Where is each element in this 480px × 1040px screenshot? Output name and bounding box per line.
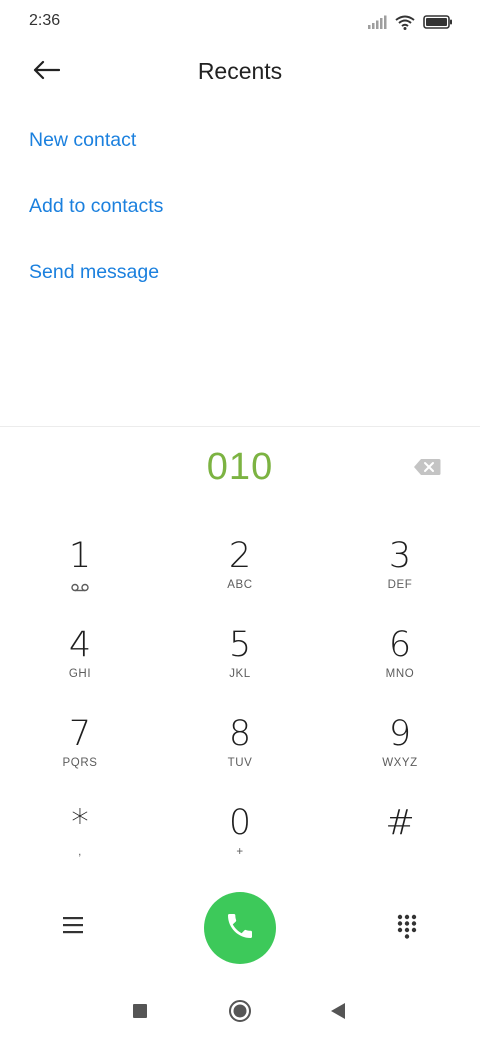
status-time: 2:36 [29, 12, 61, 29]
key-0[interactable]: 0 + [180, 795, 300, 884]
dialer-controls [0, 892, 480, 964]
app-header: Recents [0, 44, 480, 100]
key-5[interactable]: 5 JKL [180, 617, 300, 706]
key-letters: + [236, 846, 244, 858]
key-digit: * [71, 803, 89, 843]
dialed-number: 010 [206, 446, 274, 488]
key-digit: 4 [68, 625, 92, 665]
key-letters: TUV [227, 757, 253, 769]
dialpad-toggle-button[interactable] [392, 914, 422, 944]
voicemail-icon [71, 579, 89, 597]
key-digit: 7 [68, 714, 92, 754]
key-letters: , [78, 846, 82, 858]
key-digit: # [385, 803, 415, 843]
page-title: Recents [197, 58, 283, 84]
backspace-icon [413, 458, 441, 481]
new-contact-link[interactable]: New contact [0, 106, 480, 172]
keypad-row: 1 2 ABC 3 DEF [0, 528, 480, 617]
key-letters: WXYZ [382, 757, 418, 769]
key-4[interactable]: 4 GHI [20, 617, 140, 706]
key-digit: 3 [388, 536, 412, 576]
signal-icon [367, 15, 387, 29]
recents-square-icon [132, 1003, 148, 1024]
keypad: 1 2 ABC 3 DEF 4 GHI 5 JKL 6 MNO 7 PQRS 8… [0, 528, 480, 884]
key-digit: 9 [388, 714, 412, 754]
keypad-row: * , 0 + # [0, 795, 480, 884]
back-triangle-icon [330, 1002, 346, 1025]
add-to-contacts-link[interactable]: Add to contacts [0, 172, 480, 238]
key-letters: ABC [227, 579, 253, 591]
divider [0, 426, 480, 427]
key-6[interactable]: 6 MNO [340, 617, 460, 706]
key-letters: JKL [229, 668, 251, 680]
key-3[interactable]: 3 DEF [340, 528, 460, 617]
home-nav-button[interactable] [225, 998, 255, 1028]
battery-icon [423, 15, 453, 29]
key-letters [340, 846, 460, 860]
key-letters: MNO [385, 668, 415, 680]
key-letters: DEF [387, 579, 413, 591]
key-hash[interactable]: # [340, 795, 460, 884]
menu-icon [62, 916, 84, 939]
status-icons [367, 12, 453, 32]
system-nav-bar [0, 990, 480, 1034]
key-9[interactable]: 9 WXYZ [340, 706, 460, 795]
key-digit: 1 [68, 536, 92, 576]
key-digit: 8 [228, 714, 252, 754]
dialpad-icon [397, 914, 417, 945]
number-actions: New contact Add to contacts Send message [0, 106, 480, 304]
key-digit: 2 [228, 536, 252, 576]
dialer-screen: 2:36 Recents New contact Add to contacts… [0, 0, 480, 1040]
key-star[interactable]: * , [20, 795, 140, 884]
wifi-icon [395, 15, 415, 30]
key-letters: GHI [68, 668, 92, 680]
home-circle-icon [228, 999, 252, 1028]
backspace-button[interactable] [410, 456, 444, 482]
key-letters: PQRS [62, 757, 98, 769]
key-digit: 5 [228, 625, 252, 665]
menu-button[interactable] [58, 914, 88, 940]
keypad-row: 4 GHI 5 JKL 6 MNO [0, 617, 480, 706]
phone-icon [224, 910, 256, 947]
back-nav-button[interactable] [323, 998, 353, 1028]
key-1[interactable]: 1 [20, 528, 140, 617]
recents-nav-button[interactable] [125, 998, 155, 1028]
send-message-link[interactable]: Send message [0, 238, 480, 304]
call-button[interactable] [204, 892, 276, 964]
key-7[interactable]: 7 PQRS [20, 706, 140, 795]
status-bar: 2:36 [0, 0, 480, 44]
key-digit: 0 [228, 803, 252, 843]
key-2[interactable]: 2 ABC [180, 528, 300, 617]
key-8[interactable]: 8 TUV [180, 706, 300, 795]
key-digit: 6 [388, 625, 412, 665]
keypad-row: 7 PQRS 8 TUV 9 WXYZ [0, 706, 480, 795]
